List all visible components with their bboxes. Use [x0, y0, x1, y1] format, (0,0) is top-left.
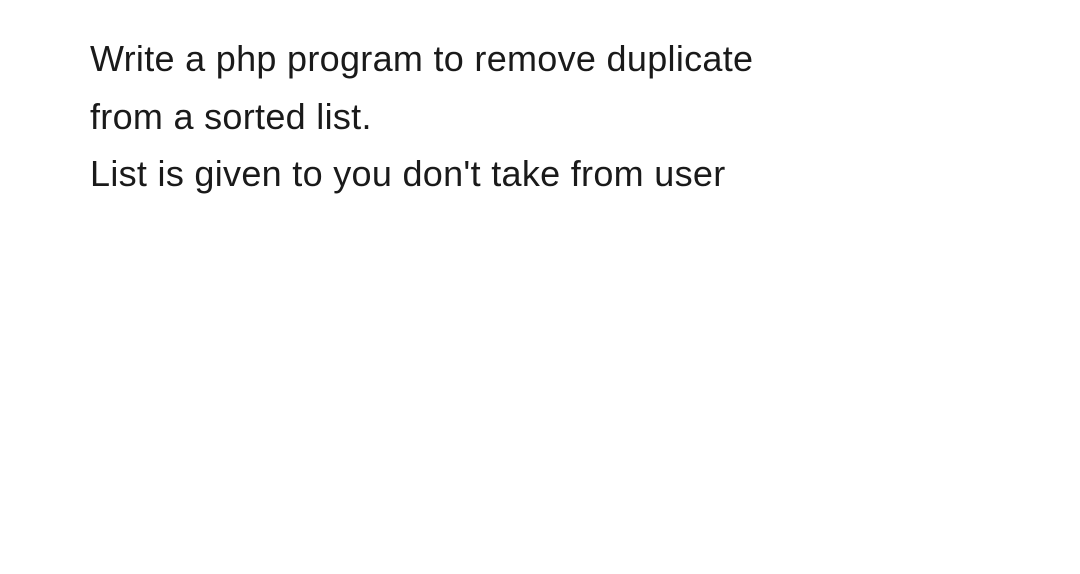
- text-line-1: Write a php program to remove duplicate: [90, 30, 990, 88]
- text-line-3: List is given to you don't take from use…: [90, 145, 990, 203]
- text-line-2: from a sorted list.: [90, 88, 990, 146]
- question-text: Write a php program to remove duplicate …: [90, 30, 990, 203]
